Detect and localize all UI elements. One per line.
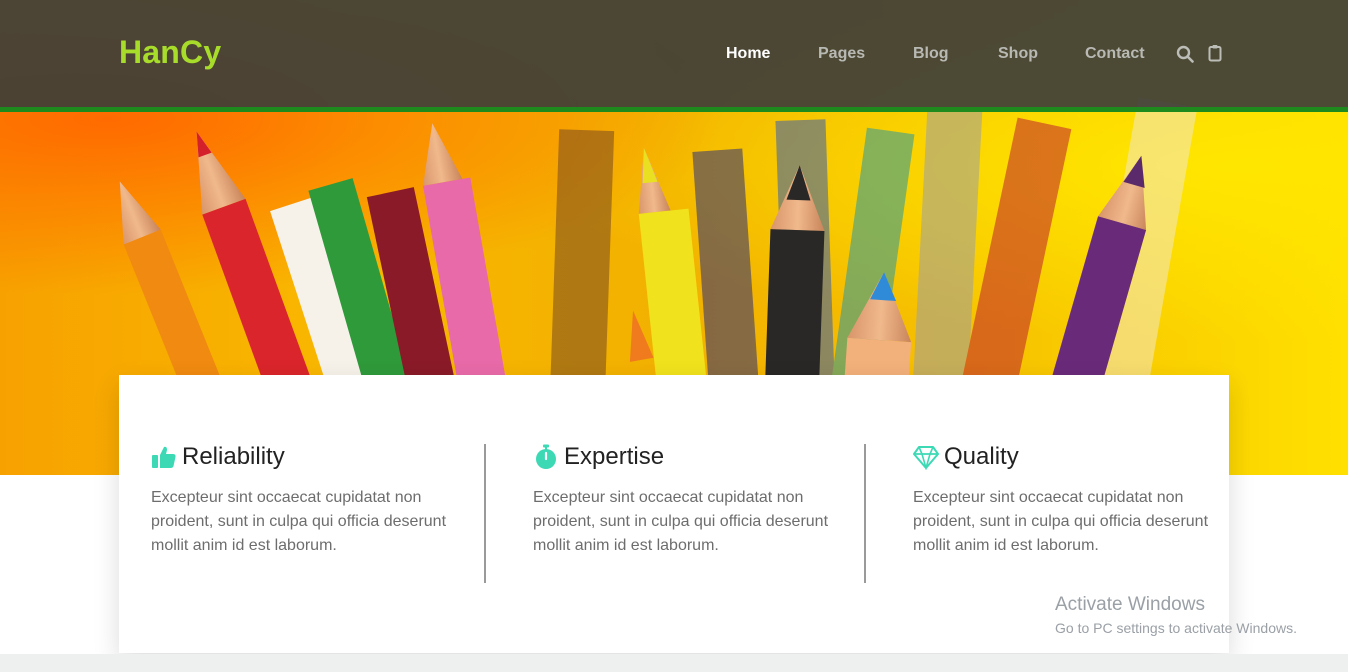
watermark-title: Activate Windows [1055, 594, 1205, 615]
search-icon[interactable] [1176, 45, 1194, 63]
clipboard-cart-icon[interactable] [1208, 44, 1222, 62]
feature-description: Excepteur sint occaecat cupidatat non pr… [533, 489, 829, 554]
feature-description: Excepteur sint occaecat cupidatat non pr… [151, 489, 447, 554]
nav-blog[interactable]: Blog [913, 45, 949, 63]
feature-title: Quality [944, 443, 1019, 470]
feature-divider [864, 444, 866, 583]
feature-title: Expertise [564, 443, 665, 470]
feature-quality: Quality Excepteur sint occaecat cupidata… [913, 441, 1213, 558]
feature-title: Reliability [182, 443, 285, 470]
feature-description: Excepteur sint occaecat cupidatat non pr… [913, 489, 1209, 554]
nav-contact[interactable]: Contact [1085, 45, 1145, 63]
feature-reliability: Reliability Excepteur sint occaecat cupi… [151, 441, 451, 558]
site-logo[interactable]: HanCy [119, 34, 221, 71]
nav-pages[interactable]: Pages [818, 45, 865, 63]
watermark-subtitle: Go to PC settings to activate Windows. [1055, 620, 1297, 636]
nav-home[interactable]: Home [726, 45, 770, 63]
feature-divider [484, 444, 486, 583]
thumbs-up-icon [152, 446, 176, 468]
nav-shop[interactable]: Shop [998, 45, 1038, 63]
page-bottom-strip [0, 654, 1348, 672]
site-header: HanCy Home Pages Blog Shop Contact [0, 0, 1348, 112]
activate-windows-watermark: Activate Windows Go to PC settings to ac… [1055, 594, 1297, 636]
diamond-icon [913, 446, 939, 470]
feature-expertise: Expertise Excepteur sint occaecat cupida… [533, 441, 833, 558]
stopwatch-icon [536, 444, 556, 469]
